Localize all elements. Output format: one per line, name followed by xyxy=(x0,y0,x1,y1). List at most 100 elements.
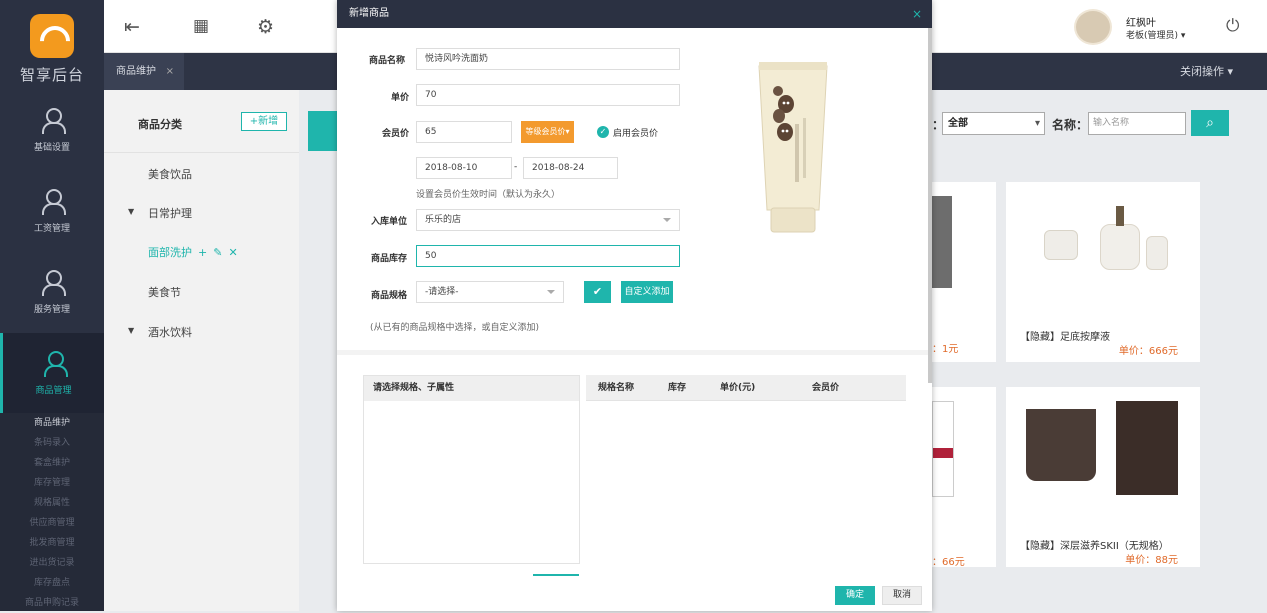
nav-item-label: 服务管理 xyxy=(33,305,70,315)
stock-input[interactable]: 50 xyxy=(416,245,680,267)
close-operations-dropdown[interactable]: 关闭操作 ▾ xyxy=(1180,53,1233,90)
start-date-input[interactable]: 2018-08-10 xyxy=(416,157,512,179)
price-label: 单价 xyxy=(390,93,409,103)
tab-product-maintenance[interactable]: 商品维护 × xyxy=(104,53,184,90)
close-ops-label: 关闭操作 xyxy=(1179,65,1224,78)
dialog-title: 新增商品 xyxy=(349,8,389,19)
subnav-item[interactable]: 商品维护 xyxy=(0,413,104,433)
nav-item-products[interactable]: 商品管理 xyxy=(0,333,104,414)
close-icon[interactable]: × xyxy=(166,53,174,90)
subnav-item[interactable]: 套盒维护 xyxy=(0,453,104,473)
level-member-price-button[interactable]: 等级会员价▾ xyxy=(521,121,574,143)
unit-price-input[interactable]: 70 xyxy=(416,84,680,106)
subnav-item[interactable]: 规格属性 xyxy=(0,493,104,513)
sidebar: 智享后台 基础设置 工资管理 服务管理 商品管理 商品维护 条码录入 套盒维护 … xyxy=(0,0,104,611)
nav-item-label: 商品管理 xyxy=(35,386,72,396)
category-item[interactable]: 酒水饮料 xyxy=(148,324,192,340)
subnav: 商品维护 条码录入 套盒维护 库存管理 规格属性 供应商管理 批发商管理 进出货… xyxy=(0,413,104,611)
enable-member-price-label[interactable]: 启用会员价 xyxy=(613,126,658,139)
product-name: 【隐藏】深层滋养SKII（无规格） xyxy=(1020,541,1169,552)
user-icon xyxy=(42,108,66,134)
subnav-item[interactable]: 库存盘点 xyxy=(0,573,104,593)
power-icon[interactable]: ⏻ xyxy=(1226,16,1239,36)
avatar[interactable] xyxy=(1074,9,1112,45)
collapse-menu-icon[interactable]: ⇤ xyxy=(124,16,140,38)
nav-item-salary[interactable]: 工资管理 xyxy=(0,171,104,252)
subnav-item[interactable]: 进出货记录 xyxy=(0,553,104,573)
column-header: 会员价 xyxy=(812,383,840,393)
category-item-selected[interactable]: 面部洗护 xyxy=(148,244,192,260)
close-icon[interactable]: × xyxy=(912,0,922,28)
plus-icon[interactable]: + xyxy=(198,246,213,259)
user-role-dropdown[interactable]: 老板(管理员) ▾ xyxy=(1126,28,1185,41)
product-price: 单价：666元 xyxy=(1118,346,1178,357)
product-price: 单价：88元 xyxy=(1125,555,1178,566)
chevron-down-icon: ▾ xyxy=(1180,31,1186,41)
spec-table-header: 规格名称 库存 单价(元) 会员价 xyxy=(586,375,906,401)
name-search-input[interactable]: 输入名称 xyxy=(1088,112,1186,135)
user-icon xyxy=(42,189,66,215)
gear-icon[interactable]: ⚙ xyxy=(257,16,274,38)
search-button[interactable]: ⌕ xyxy=(1191,110,1229,136)
product-name: 【隐藏】足底按摩液 xyxy=(1020,332,1110,343)
spec-attribute-header: 请选择规格、子属性 xyxy=(364,376,579,401)
nav-item-label: 基础设置 xyxy=(33,143,70,153)
product-card[interactable]: 【隐藏】深层滋养SKII（无规格） 单价：88元 xyxy=(1006,387,1200,567)
end-date-input[interactable]: 2018-08-24 xyxy=(523,157,618,179)
product-image xyxy=(758,62,828,233)
product-image xyxy=(1016,196,1190,286)
cancel-button[interactable]: 取消 xyxy=(882,586,922,605)
spec-select[interactable]: -请选择- xyxy=(416,281,564,303)
name-label: 商品名称 xyxy=(368,56,405,66)
subnav-item[interactable]: 库存管理 xyxy=(0,473,104,493)
date-separator: - xyxy=(514,162,518,172)
product-card[interactable]: 【隐藏】足底按摩液 单价：666元 xyxy=(1006,182,1200,362)
subnav-item[interactable]: 条码录入 xyxy=(0,433,104,453)
check-icon: ✔ xyxy=(592,285,603,298)
caret-down-icon[interactable]: ▼ xyxy=(128,207,134,216)
subnav-item[interactable]: 供应商管理 xyxy=(0,513,104,533)
grid-icon[interactable]: ▦ xyxy=(193,16,209,36)
edit-icon[interactable]: ✎ xyxy=(213,246,228,259)
category-item[interactable]: 美食饮品 xyxy=(148,166,192,182)
member-price-label: 会员价 xyxy=(381,129,409,139)
nav-item-service[interactable]: 服务管理 xyxy=(0,252,104,333)
product-image xyxy=(932,401,954,497)
chevron-down-icon: ▾ xyxy=(1227,65,1233,78)
delete-icon[interactable]: ✕ xyxy=(228,246,243,259)
product-image xyxy=(1016,401,1190,495)
dialog-scrollbar[interactable] xyxy=(928,28,932,383)
column-header: 规格名称 xyxy=(598,383,635,393)
confirm-spec-button[interactable]: ✔ xyxy=(584,281,611,303)
user-icon xyxy=(43,351,68,377)
caret-down-icon[interactable]: ▼ xyxy=(128,326,134,335)
product-name-input[interactable]: 悦诗风吟洗面奶 xyxy=(416,48,680,70)
category-item[interactable]: 日常护理 xyxy=(148,205,192,221)
name-search-placeholder: 输入名称 xyxy=(1093,118,1130,128)
spec-select-value: -请选择- xyxy=(425,287,459,297)
product-card[interactable]: ：66元 xyxy=(932,387,996,568)
subnav-item[interactable]: 批发商管理 xyxy=(0,533,104,553)
nav-item-basic-settings[interactable]: 基础设置 xyxy=(0,90,104,171)
category-title: 商品分类 xyxy=(138,118,182,131)
logo-icon xyxy=(30,14,74,58)
status-select[interactable]: 全部 xyxy=(942,112,1045,135)
check-icon[interactable]: ✓ xyxy=(597,126,609,138)
store-unit-value: 乐乐的店 xyxy=(425,215,462,225)
member-price-input[interactable]: 65 xyxy=(416,121,512,143)
custom-add-button[interactable]: 自定义添加 xyxy=(621,281,673,303)
scroll-indicator xyxy=(533,574,579,576)
store-unit-select[interactable]: 乐乐的店 xyxy=(416,209,680,231)
tab-indicator xyxy=(308,111,338,151)
subnav-item[interactable]: 商品申购记录 xyxy=(0,593,104,613)
status-select-value: 全部 xyxy=(948,118,968,129)
spec-attribute-panel: 请选择规格、子属性 xyxy=(363,375,580,564)
product-card[interactable]: ：1元 xyxy=(932,182,996,362)
spec-hint: (从已有的商品规格中选择，或自定义添加) xyxy=(370,323,540,333)
category-item[interactable]: 美食节 xyxy=(148,284,181,300)
dialog-header: 新增商品 × xyxy=(337,0,932,28)
add-category-button[interactable]: +新增 xyxy=(241,112,287,131)
add-product-dialog: 新增商品 × 商品名称 悦诗风吟洗面奶 单价 70 会员价 65 等级会员价▾ … xyxy=(337,0,932,611)
stock-label: 商品库存 xyxy=(370,254,407,264)
confirm-button[interactable]: 确定 xyxy=(835,586,875,605)
